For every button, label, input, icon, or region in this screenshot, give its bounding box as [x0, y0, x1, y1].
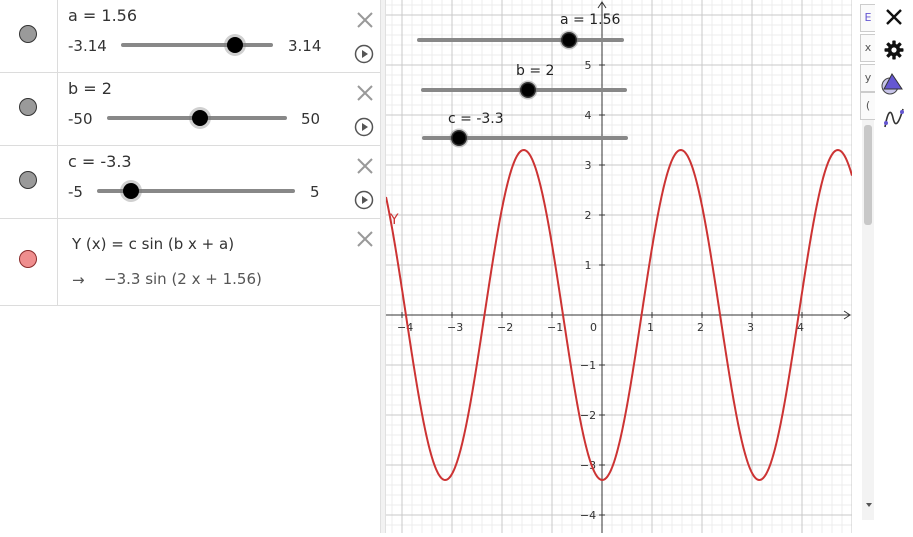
slider-b-max: 50 — [301, 110, 321, 128]
x-tick-label: 1 — [647, 321, 654, 334]
close-icon[interactable] — [356, 11, 374, 29]
algebra-view: a = 1.56 -3.14 3.14 b = 2 -50 50 c = -3.… — [0, 0, 380, 533]
y-tick-label: 1 — [585, 259, 592, 272]
x-tick-label: −4 — [397, 321, 413, 334]
slider-c-max: 5 — [310, 183, 320, 201]
y-tick-label: −2 — [580, 409, 596, 422]
scrollbar-thumb[interactable] — [864, 125, 872, 225]
algebra-row-function: Y (x) = c sin (b x + a) → −3.3 sin (2 x … — [0, 219, 380, 306]
visibility-toggle-function[interactable] — [19, 250, 37, 268]
x-tick-label: 3 — [747, 321, 754, 334]
graph-slider-c-label: c = -3.3 — [448, 111, 504, 127]
shapes-tool-icon[interactable] — [880, 70, 908, 96]
slider-c-min: -5 — [68, 183, 83, 201]
y-tick-label: −4 — [580, 509, 596, 522]
tab-1[interactable]: E — [860, 4, 875, 32]
x-tick-label: −1 — [547, 321, 563, 334]
function-definition[interactable]: Y (x) = c sin (b x + a) — [72, 235, 234, 253]
close-icon[interactable] — [885, 8, 903, 26]
x-tick-label: −2 — [497, 321, 513, 334]
close-icon[interactable] — [356, 84, 374, 102]
y-tick-label: 2 — [585, 209, 592, 222]
slider-a-thumb[interactable] — [227, 37, 243, 53]
slider-c-label[interactable]: c = -3.3 — [68, 152, 132, 171]
tab-2[interactable]: x — [860, 34, 875, 62]
gear-icon[interactable] — [884, 40, 904, 60]
scroll-down-icon[interactable] — [864, 500, 874, 510]
y-tick-label: 3 — [585, 159, 592, 172]
axes — [386, 1, 851, 533]
slider-b-thumb[interactable] — [192, 110, 208, 126]
arrow-icon: → — [72, 271, 85, 289]
algebra-row-a: a = 1.56 -3.14 3.14 — [0, 0, 380, 73]
play-icon[interactable] — [354, 117, 374, 137]
slider-b-label[interactable]: b = 2 — [68, 79, 112, 98]
grid — [386, 0, 853, 533]
y-tick-label: 4 — [585, 109, 592, 122]
graph-slider-c-thumb[interactable] — [449, 128, 469, 148]
graph-slider-b[interactable]: b = 2 — [421, 63, 627, 100]
graph-slider-b-thumb[interactable] — [518, 80, 538, 100]
slider-a-track[interactable] — [121, 43, 273, 47]
slider-c-thumb[interactable] — [123, 183, 139, 199]
right-toolbar: E x y ( — [852, 0, 913, 533]
y-tick-label: −1 — [580, 359, 596, 372]
play-icon[interactable] — [354, 190, 374, 210]
x-tick-label: 2 — [697, 321, 704, 334]
slider-a-max: 3.14 — [288, 37, 322, 55]
graph-slider-a-label: a = 1.56 — [560, 12, 620, 28]
tab-4[interactable]: ( — [860, 92, 875, 120]
tab-3[interactable]: y — [860, 64, 875, 92]
close-icon[interactable] — [356, 157, 374, 175]
close-icon[interactable] — [356, 230, 374, 248]
function-result: −3.3 sin (2 x + 1.56) — [104, 270, 262, 288]
y-tick-label: 5 — [585, 59, 592, 72]
algebra-row-b: b = 2 -50 50 — [0, 73, 380, 146]
slider-b-min: -50 — [68, 110, 93, 128]
visibility-toggle-b[interactable] — [19, 98, 37, 116]
function-tool-icon[interactable] — [882, 106, 906, 130]
visibility-toggle-c[interactable] — [19, 171, 37, 189]
slider-a-min: -3.14 — [68, 37, 107, 55]
algebra-row-c: c = -3.3 -5 5 — [0, 146, 380, 219]
graph-canvas[interactable]: −4 −3 −2 −1 0 1 2 3 454321−1−2−3−4 Y a = 1.56 b … — [385, 0, 853, 533]
curve-label: Y — [389, 212, 399, 228]
graphics-view[interactable]: −4 −3 −2 −1 0 1 2 3 4 5 4 3 2 1 −1 −2 −3 −4 Y a = 1.56 b … — [385, 0, 853, 533]
tick-labels: −4 −3 −2 −1 0 1 2 3 454321−1−2−3−4 — [397, 59, 804, 522]
slider-a-label[interactable]: a = 1.56 — [68, 6, 137, 25]
x-tick-label: 0 — [590, 321, 597, 334]
graph-slider-a-thumb[interactable] — [559, 30, 579, 50]
visibility-toggle-a[interactable] — [19, 25, 37, 43]
graph-slider-c[interactable]: c = -3.3 — [422, 111, 628, 148]
graph-slider-b-label: b = 2 — [516, 63, 554, 79]
play-icon[interactable] — [354, 44, 374, 64]
x-tick-label: −3 — [447, 321, 463, 334]
